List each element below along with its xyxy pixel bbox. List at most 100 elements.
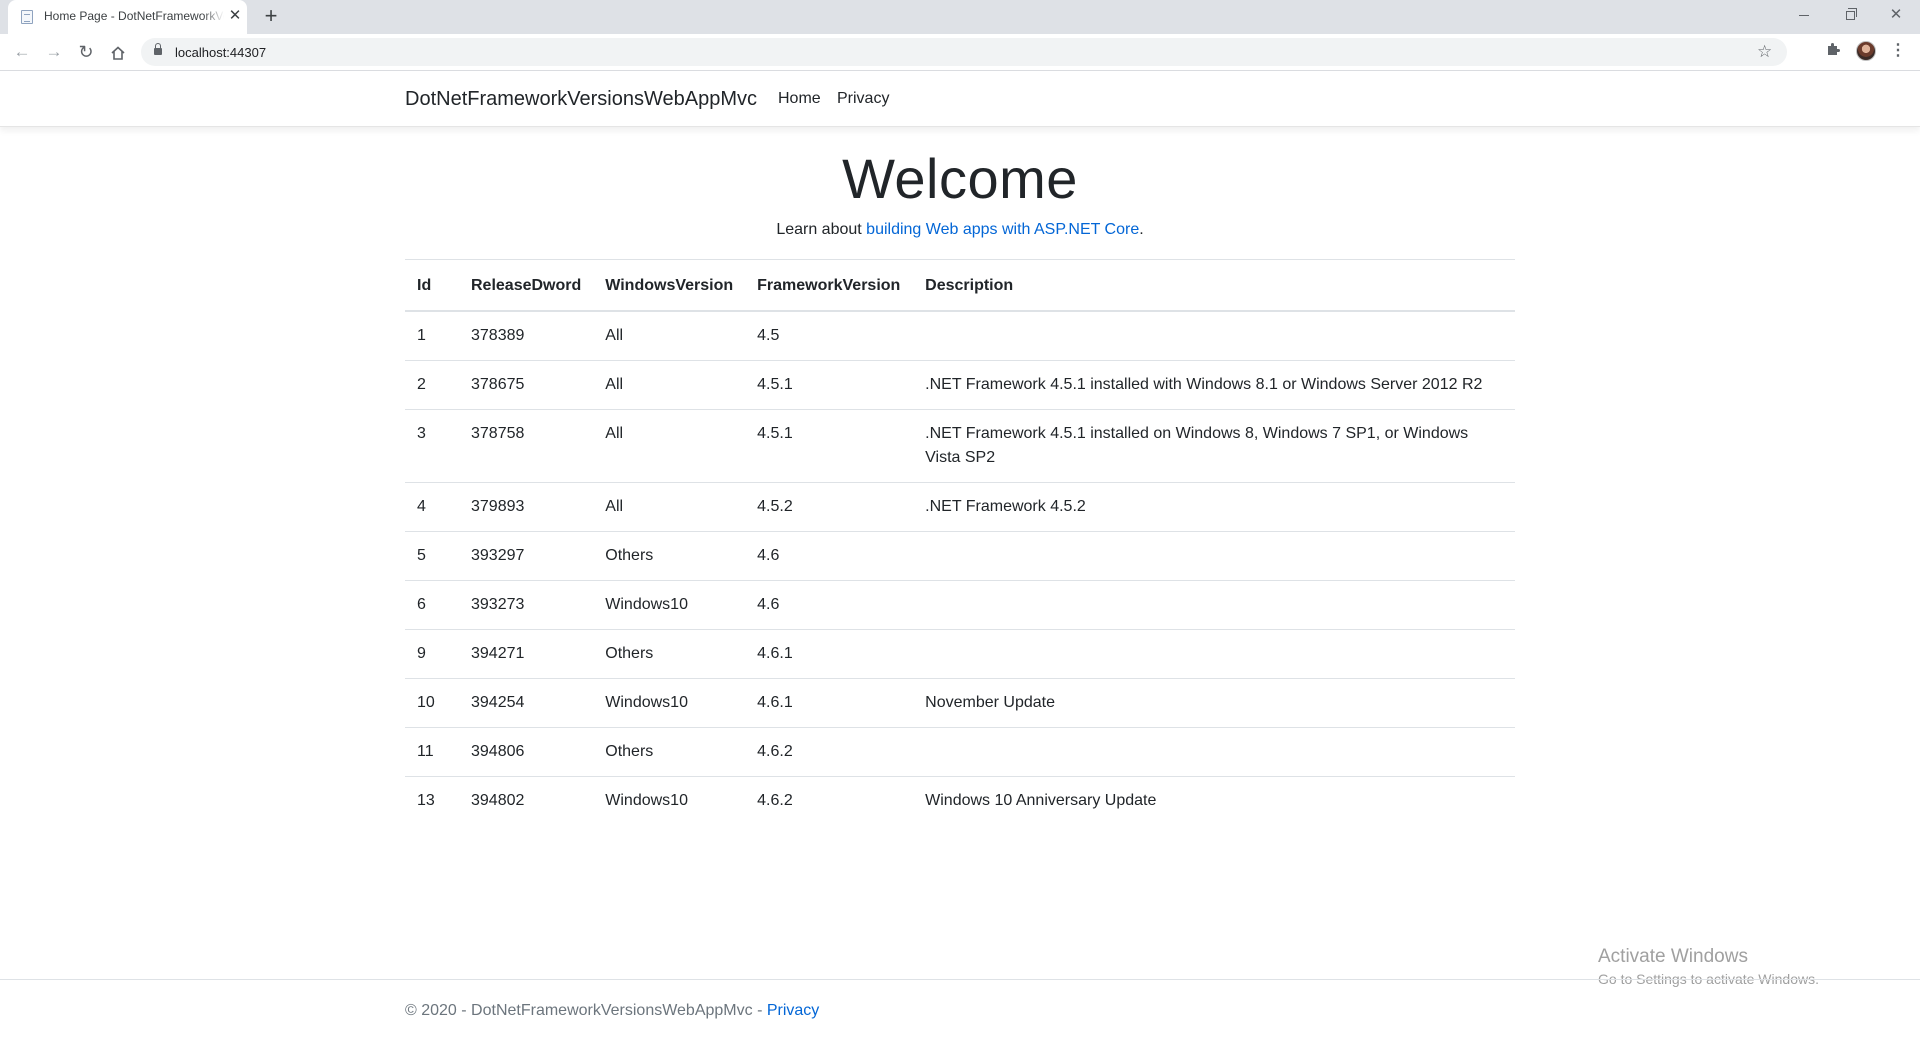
page-title: Welcome [842,147,1078,210]
site-navbar: DotNetFrameworkVersionsWebAppMvc Home Pr… [0,71,1920,127]
watermark-title: Activate Windows [1598,946,1748,967]
cell-frameworkversion: 4.5 [745,310,914,361]
cell-frameworkversion: 4.5.2 [745,482,914,532]
cell-releasedword: 393297 [459,531,594,581]
table-row: 9 394271 Others 4.6.1 [405,629,1515,679]
table-row: 11 394806 Others 4.6.2 [405,727,1515,777]
cell-description [913,580,1515,630]
cell-windowsversion: All [593,409,746,483]
cell-frameworkversion: 4.6.1 [745,629,914,679]
cell-releasedword: 378758 [459,409,594,483]
cell-windowsversion: Windows10 [593,678,746,728]
table-row: 6 393273 Windows10 4.6 [405,580,1515,630]
cell-id: 3 [405,409,459,483]
reload-icon[interactable]: ↻ [74,40,98,64]
table-row: 13 394802 Windows10 4.6.2 Windows 10 Ann… [405,776,1515,825]
cell-releasedword: 393273 [459,580,594,630]
cell-id: 6 [405,580,459,630]
table-row: 10 394254 Windows10 4.6.1 November Updat… [405,678,1515,728]
cell-releasedword: 394271 [459,629,594,679]
cell-description: .NET Framework 4.5.1 installed on Window… [913,409,1515,483]
footer-privacy-link[interactable]: Privacy [767,1002,819,1019]
aspnet-docs-link[interactable]: building Web apps with ASP.NET Core [866,221,1139,238]
window-restore-button[interactable] [1827,0,1873,30]
cell-windowsversion: All [593,360,746,410]
footer-text: © 2020 - DotNetFrameworkVersionsWebAppMv… [405,1002,819,1020]
tab-title: Home Page - DotNetFrameworkVersionsWebAp… [44,9,224,23]
browser-tab[interactable]: Home Page - DotNetFrameworkVersionsWebAp… [8,0,247,34]
cell-windowsversion: Others [593,727,746,777]
tab-strip: Home Page - DotNetFrameworkVersionsWebAp… [0,0,1920,34]
cell-id: 11 [405,727,459,777]
forward-arrow-icon[interactable]: → [42,40,66,64]
table-row: 3 378758 All 4.5.1 .NET Framework 4.5.1 … [405,409,1515,483]
kebab-menu-icon[interactable]: ⋮ [1890,39,1906,63]
cell-id: 4 [405,482,459,532]
cell-description: November Update [913,678,1515,728]
cell-windowsversion: Windows10 [593,776,746,825]
bookmark-star-icon[interactable]: ☆ [1757,42,1772,62]
cell-releasedword: 379893 [459,482,594,532]
cell-description [913,727,1515,777]
cell-releasedword: 394806 [459,727,594,777]
table-row: 4 379893 All 4.5.2 .NET Framework 4.5.2 [405,482,1515,532]
intro-prefix: Learn about [776,221,867,238]
url-text[interactable]: localhost:44307 [175,45,266,60]
page-content: DotNetFrameworkVersionsWebAppMvc Home Pr… [0,71,1920,1040]
cell-id: 2 [405,360,459,410]
column-header-windowsversion: WindowsVersion [593,259,746,312]
cell-frameworkversion: 4.6.2 [745,727,914,777]
cell-windowsversion: Others [593,531,746,581]
address-bar[interactable]: localhost:44307 ☆ [141,38,1787,66]
cell-windowsversion: Others [593,629,746,679]
cell-description: .NET Framework 4.5.1 installed with Wind… [913,360,1515,410]
cell-id: 1 [405,310,459,361]
home-icon[interactable] [106,40,130,64]
cell-releasedword: 394802 [459,776,594,825]
column-header-frameworkversion: FrameworkVersion [745,259,914,312]
cell-frameworkversion: 4.6 [745,580,914,630]
table-row: 1 378389 All 4.5 [405,310,1515,361]
cell-windowsversion: All [593,310,746,361]
nav-link-privacy[interactable]: Privacy [837,90,889,108]
cell-description: .NET Framework 4.5.2 [913,482,1515,532]
table-header-row: Id ReleaseDword WindowsVersion Framework… [405,259,1515,312]
window-minimize-button[interactable] [1781,0,1827,30]
cell-releasedword: 378389 [459,310,594,361]
site-footer: © 2020 - DotNetFrameworkVersionsWebAppMv… [0,979,1920,1041]
nav-link-home[interactable]: Home [778,90,821,108]
profile-avatar[interactable] [1856,41,1876,61]
framework-versions-table: Id ReleaseDword WindowsVersion Framework… [405,259,1515,825]
cell-id: 13 [405,776,459,825]
table-row: 2 378675 All 4.5.1 .NET Framework 4.5.1 … [405,360,1515,410]
cell-frameworkversion: 4.6.1 [745,678,914,728]
window-close-button[interactable]: ✕ [1873,0,1919,30]
table-row: 5 393297 Others 4.6 [405,531,1515,581]
cell-frameworkversion: 4.5.1 [745,409,914,483]
puzzle-icon[interactable] [1825,41,1841,57]
navbar-brand[interactable]: DotNetFrameworkVersionsWebAppMvc [405,88,757,111]
cell-description [913,310,1515,361]
page-favicon-icon [21,10,33,24]
cell-description: Windows 10 Anniversary Update [913,776,1515,825]
cell-description [913,629,1515,679]
cell-frameworkversion: 4.6 [745,531,914,581]
cell-id: 5 [405,531,459,581]
cell-id: 10 [405,678,459,728]
cell-frameworkversion: 4.6.2 [745,776,914,825]
back-arrow-icon[interactable]: ← [10,40,34,64]
cell-windowsversion: All [593,482,746,532]
cell-windowsversion: Windows10 [593,580,746,630]
new-tab-plus-icon[interactable]: + [259,5,283,29]
cell-frameworkversion: 4.5.1 [745,360,914,410]
tab-close-icon[interactable]: ✕ [226,7,244,25]
intro-text: Learn about building Web apps with ASP.N… [405,221,1515,239]
column-header-description: Description [913,259,1515,312]
cell-description [913,531,1515,581]
column-header-releasedword: ReleaseDword [459,259,594,312]
footer-copyright: © 2020 - DotNetFrameworkVersionsWebAppMv… [405,1002,767,1019]
lock-icon [154,43,162,55]
browser-toolbar: ← → ↻ localhost:44307 ☆ [0,34,1920,71]
cell-id: 9 [405,629,459,679]
cell-releasedword: 378675 [459,360,594,410]
